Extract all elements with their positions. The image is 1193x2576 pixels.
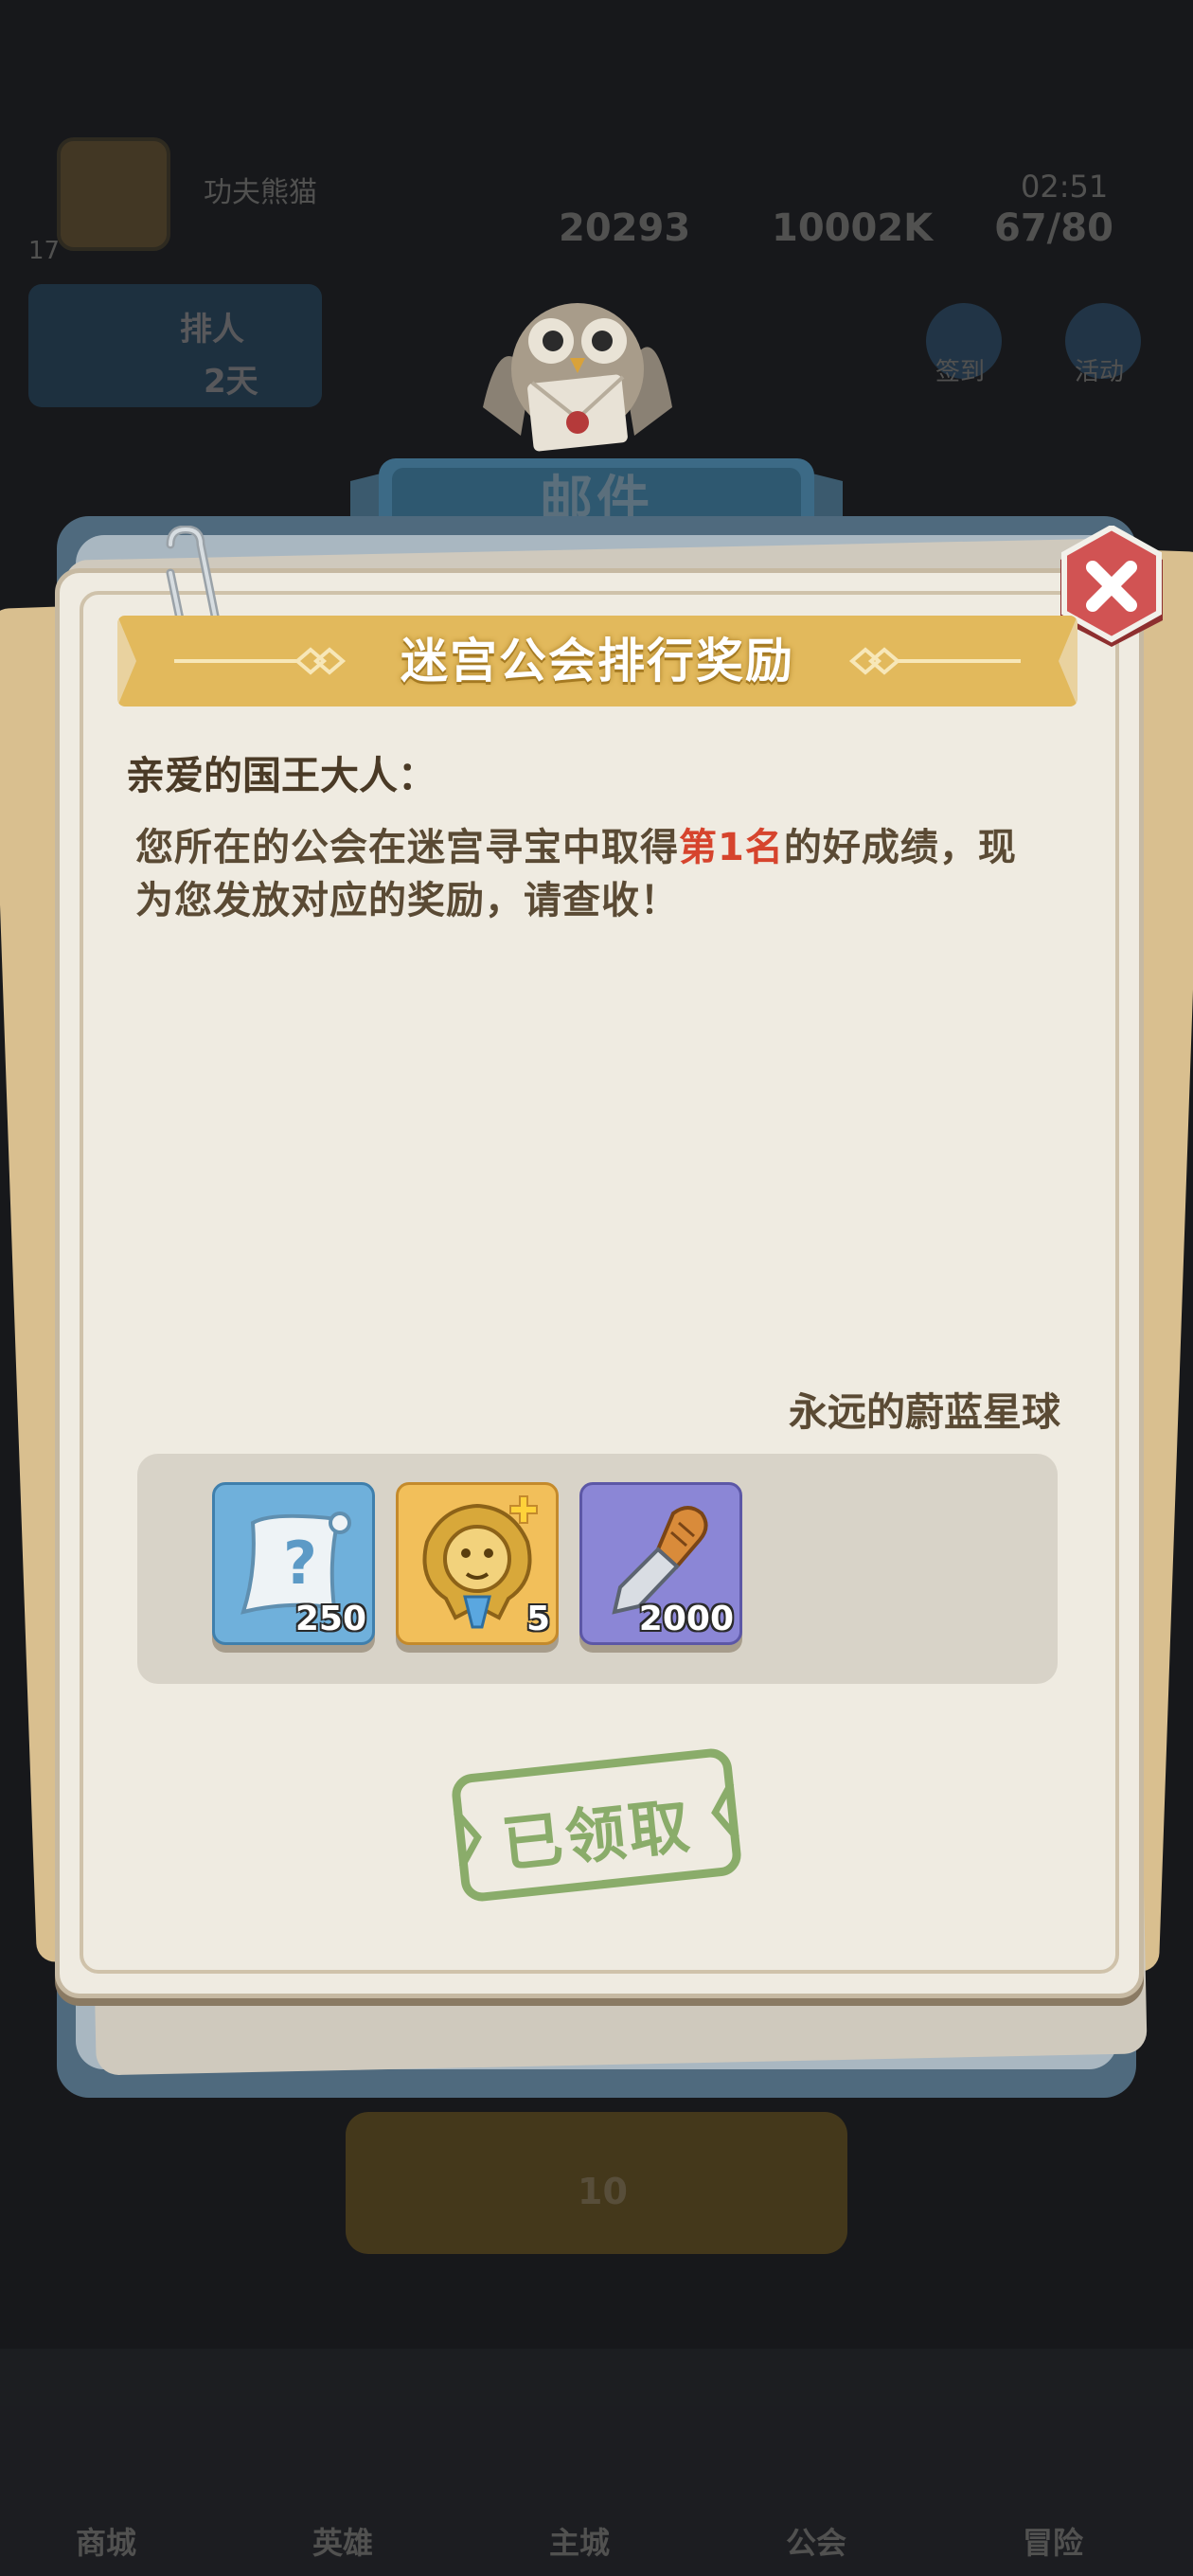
- sign-in-label: 签到: [935, 358, 986, 386]
- energy-count: 67/80: [994, 206, 1113, 250]
- mail-subject: 迷宫公会排行奖励: [401, 634, 794, 689]
- reward-item-scroll[interactable]: ? 250: [212, 1482, 375, 1645]
- reward-item-lion-crest[interactable]: 5: [396, 1482, 559, 1645]
- svg-text:?: ?: [283, 1529, 317, 1598]
- collect-count: 10: [578, 2171, 628, 2212]
- mail-greeting: 亲爱的国王大人：: [126, 753, 436, 798]
- rank-highlight: 第1名: [679, 826, 784, 869]
- nav-heroes: 英雄: [312, 2525, 374, 2561]
- reward-count: 5: [525, 1600, 550, 1638]
- player-name: 功夫熊猫: [204, 176, 317, 209]
- player-level: 17: [28, 237, 61, 265]
- nav-city: 主城: [549, 2525, 611, 2561]
- owl-mascot-icon: [483, 303, 672, 452]
- event-banner: [28, 284, 322, 407]
- event-banner-days: 2天: [204, 363, 258, 401]
- nav-guild: 公会: [786, 2525, 847, 2561]
- event-label: 活动: [1075, 358, 1125, 386]
- mail-body-line1: 您所在的公会在迷宫寻宝中取得第1名的好成绩，现: [135, 816, 1017, 871]
- mail-sender: 永远的蔚蓝星球: [789, 1389, 1060, 1435]
- reward-count: 250: [294, 1600, 366, 1638]
- gem-count: 20293: [559, 206, 691, 250]
- nav-shop: 商城: [76, 2525, 137, 2561]
- clock-time: 02:51: [1021, 169, 1109, 205]
- mail-body-line2: 为您发放对应的奖励，请查收！: [135, 879, 679, 922]
- gold-count: 10002K: [772, 206, 934, 250]
- mail-body-text: 您所在的公会在迷宫寻宝中取得: [135, 826, 679, 869]
- reward-item-chisel[interactable]: 2000: [579, 1482, 742, 1645]
- reward-count: 2000: [638, 1600, 734, 1638]
- event-banner-title: 排人: [180, 311, 244, 349]
- nav-adventure: 冒险: [1023, 2525, 1084, 2561]
- mail-body-text: 的好成绩，现: [783, 826, 1017, 869]
- player-avatar: [57, 137, 170, 251]
